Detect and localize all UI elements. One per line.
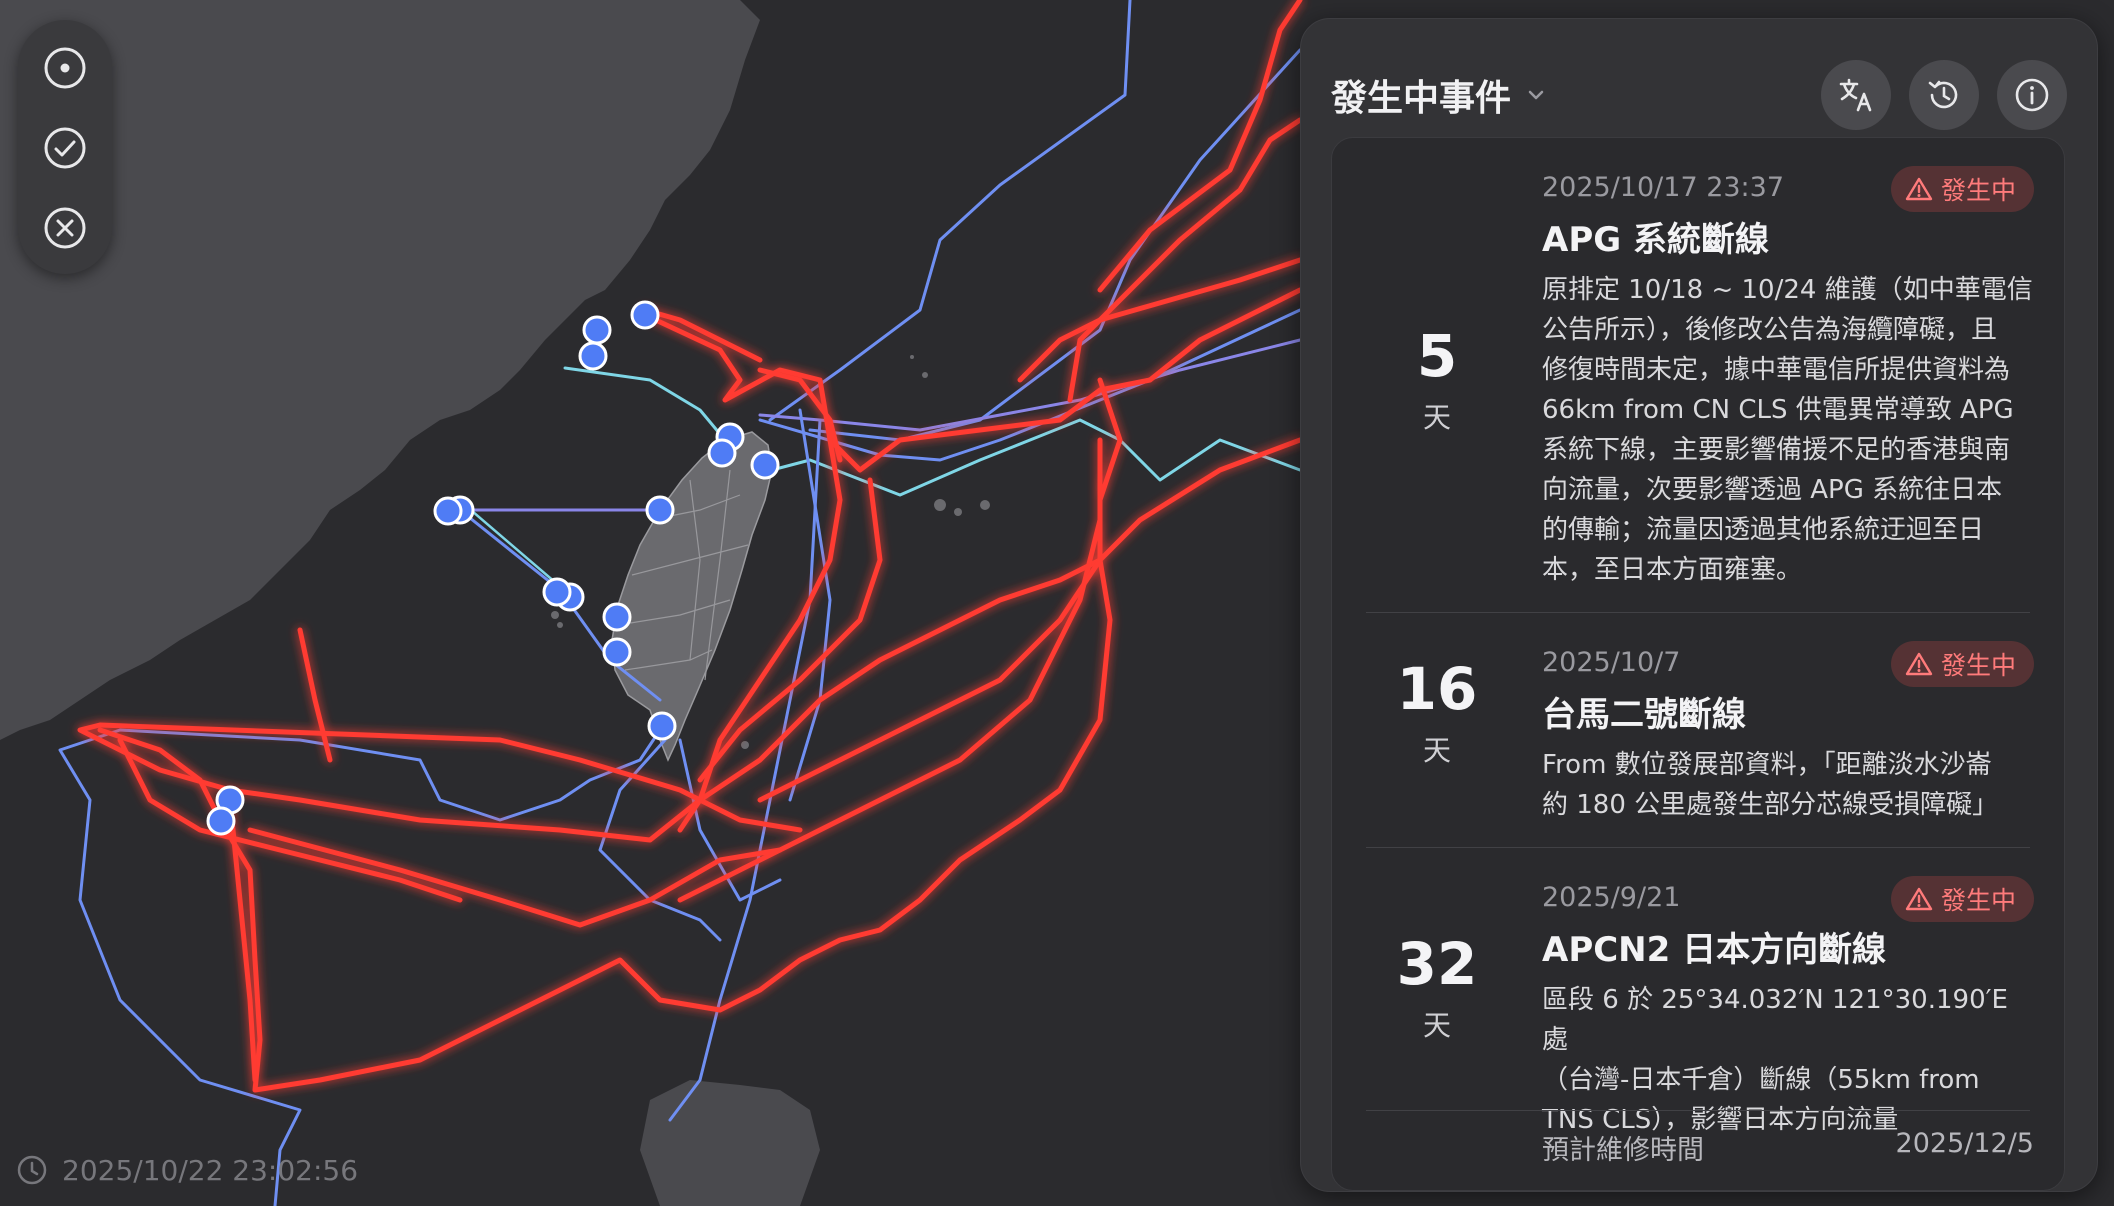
chevron-down-icon <box>1528 90 1544 100</box>
warning-icon <box>1905 177 1933 201</box>
repair-row: 預計維修時間 2025/12/5 <box>1542 1128 2034 1167</box>
event-card[interactable]: 16 天 2025/10/7 發生中 台馬二號斷線 From 數位發展部資料，「… <box>1332 613 2064 847</box>
check-button[interactable] <box>40 123 90 173</box>
desc-line: 修復時間未定，據中華電信所提供資料為 <box>1542 355 2011 385</box>
desc-line: 原排定 10/18 ~ 10/24 維護（如中華電信 <box>1542 275 2033 305</box>
history-icon <box>1928 80 1958 109</box>
desc-line: （台灣-日本千倉）斷線（55km from <box>1542 1065 1980 1095</box>
event-card[interactable]: 5 天 2025/10/17 23:37 發生中 APG 系統斷線 原排定 10… <box>1332 138 2064 612</box>
warning-icon <box>1905 652 1933 676</box>
clear-button[interactable] <box>40 203 90 253</box>
days-number: 16 <box>1396 655 1478 723</box>
days-number: 32 <box>1396 930 1478 998</box>
event-card[interactable]: 32 天 2025/9/21 發生中 APCN2 日本方向斷線 區段 6 於 2… <box>1332 848 2064 1190</box>
desc-line: 系統下線，主要影響備援不足的香港與南 <box>1542 435 2011 465</box>
locate-button[interactable] <box>40 43 90 93</box>
clock-icon <box>17 1155 47 1185</box>
status-text: 發生中 <box>1940 651 2016 680</box>
days-counter: 5 天 <box>1332 324 1542 436</box>
event-title: APCN2 日本方向斷線 <box>1542 930 1887 970</box>
status-text: 發生中 <box>1940 886 2016 915</box>
repair-label: 預計維修時間 <box>1542 1135 1704 1166</box>
desc-line: 向流量，次要影響透過 APG 系統往日本 <box>1542 475 2003 505</box>
desc-line: 的傳輸；流量因透過其他系統迂迴至日 <box>1542 515 1985 545</box>
check-circle-icon <box>44 127 86 169</box>
luzon-island <box>640 1080 820 1206</box>
days-counter: 32 天 <box>1332 932 1542 1044</box>
events-panel: 發生中事件 5 天 2025/10/17 23:37 發生中 APG 系統斷線 … <box>1300 18 2098 1192</box>
days-number: 5 <box>1416 322 1458 390</box>
info-icon <box>2015 78 2049 112</box>
event-filter-dropdown[interactable]: 發生中事件 <box>1331 69 1547 121</box>
event-title: APG 系統斷線 <box>1542 220 1769 260</box>
status-badge: 發生中 <box>1890 876 2034 922</box>
map-control-bar <box>18 20 112 274</box>
panel-title: 發生中事件 <box>1331 78 1512 119</box>
days-unit: 天 <box>1422 1009 1451 1042</box>
desc-line: 本，至日本方面雍塞。 <box>1542 555 1803 585</box>
map-timestamp: 2025/10/22 23:02:56 <box>16 1152 358 1188</box>
desc-line: From 數位發展部資料，「距離淡水沙崙 <box>1542 750 1992 780</box>
locate-icon <box>44 47 86 89</box>
event-title: 台馬二號斷線 <box>1542 695 1746 735</box>
desc-line: 區段 6 於 25°34.032′N 121°30.190′E 處 <box>1542 985 2008 1055</box>
desc-line: 約 180 公里處發生部分芯線受損障礙」 <box>1542 790 1999 820</box>
info-button[interactable] <box>1997 60 2067 130</box>
desc-line: 公告所示），後修改公告為海纜障礙，且 <box>1542 315 1998 345</box>
status-badge: 發生中 <box>1890 641 2034 687</box>
status-text: 發生中 <box>1940 176 2016 205</box>
event-description: 原排定 10/18 ~ 10/24 維護（如中華電信 公告所示），後修改公告為海… <box>1542 270 2034 590</box>
days-unit: 天 <box>1422 401 1451 434</box>
event-description: 區段 6 於 25°34.032′N 121°30.190′E 處 （台灣-日本… <box>1542 980 2034 1140</box>
panel-header: 發生中事件 <box>1331 47 2067 143</box>
desc-line: 66km from CN CLS 供電異常導致 APG <box>1542 395 2014 425</box>
repair-date: 2025/12/5 <box>1895 1128 2034 1159</box>
divider <box>1366 1110 2030 1111</box>
warning-icon <box>1905 887 1933 911</box>
event-list: 5 天 2025/10/17 23:37 發生中 APG 系統斷線 原排定 10… <box>1331 137 2065 1191</box>
translate-icon <box>1839 78 1872 112</box>
close-circle-icon <box>44 207 86 249</box>
translate-button[interactable] <box>1821 60 1891 130</box>
days-counter: 16 天 <box>1332 657 1542 769</box>
event-description: From 數位發展部資料，「距離淡水沙崙 約 180 公里處發生部分芯線受損障礙… <box>1542 745 2034 825</box>
days-unit: 天 <box>1422 734 1451 767</box>
status-badge: 發生中 <box>1890 166 2034 212</box>
history-button[interactable] <box>1909 60 1979 130</box>
timestamp-text: 2025/10/22 23:02:56 <box>62 1153 359 1187</box>
